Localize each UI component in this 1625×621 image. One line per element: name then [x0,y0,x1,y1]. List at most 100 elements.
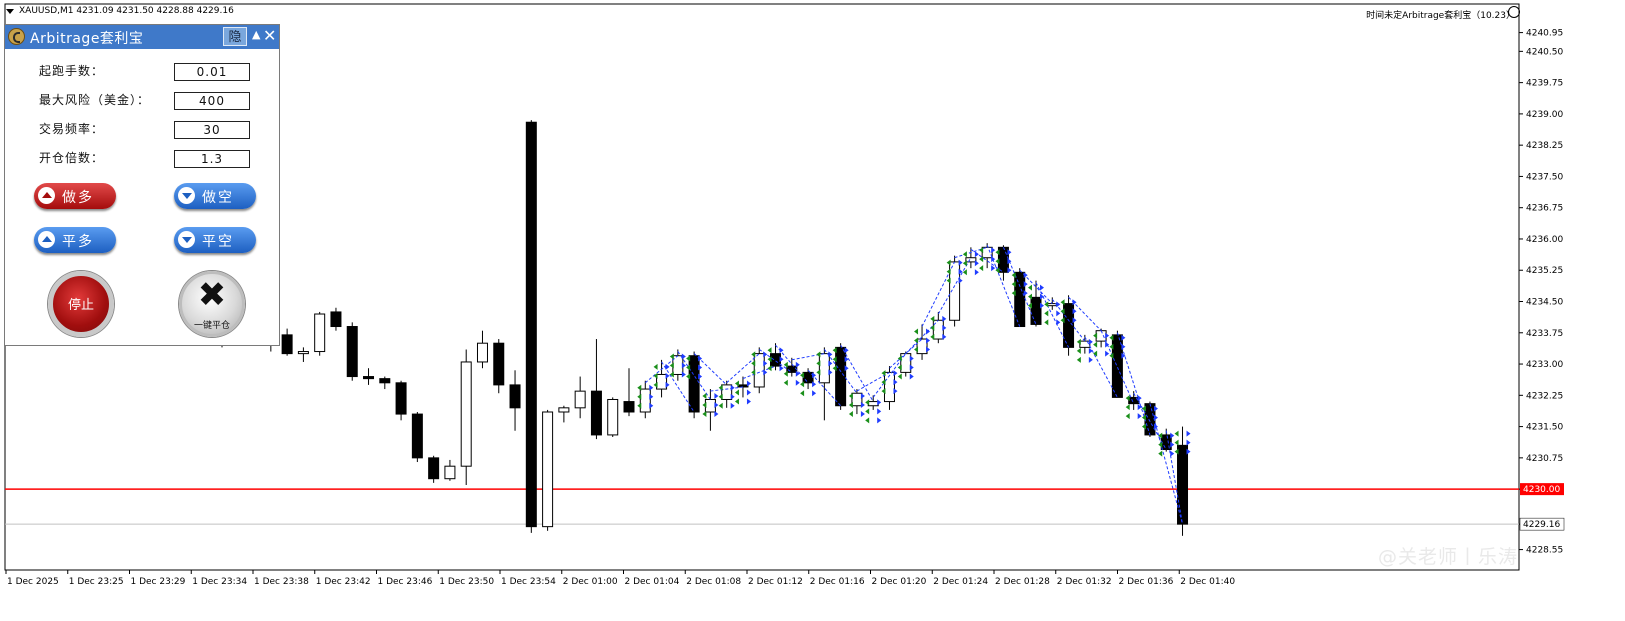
y-tick-label: 4238.25 [1526,141,1563,151]
x-tick-label: 2 Dec 01:24 [933,577,988,587]
candle-body [558,407,570,413]
arbitrage-panel: Arbitrage套利宝 隐 ▲ ✕ 起跑手数： 0.01 最大风险（美金）： … [4,24,280,346]
sell-button[interactable]: 做空 [174,183,256,209]
start-lots-input[interactable]: 0.01 [174,63,250,81]
candle-body [574,390,586,409]
candle-body [509,384,521,409]
candle-body [1144,403,1156,436]
open-multiplier-input[interactable]: 1.3 [174,150,250,168]
x-tick-label: 2 Dec 01:12 [748,577,803,587]
y-tick-label: 4230.75 [1526,454,1563,464]
candle-body [363,376,375,380]
candle-body [493,342,505,386]
x-tick-label: 1 Dec 23:34 [192,577,247,587]
y-tick-label: 4239.00 [1526,110,1563,120]
candle-body [525,121,537,528]
arrow-down-icon [178,187,195,204]
close-buy-button-label: 平多 [62,234,94,250]
buy-button[interactable]: 做多 [34,183,116,209]
trade-frequency-input[interactable]: 30 [174,121,250,139]
y-tick-label: 4235.25 [1526,266,1563,276]
chart-menu-icon[interactable] [6,9,14,14]
candle-body [932,319,944,340]
candle-body [542,411,554,528]
x-tick-label: 1 Dec 23:42 [316,577,371,587]
candle-body [916,338,928,355]
x-tick-label: 1 Dec 23:38 [254,577,309,587]
candle-body [786,365,798,373]
close-sell-button[interactable]: 平空 [174,227,256,253]
ea-name-label: 时间未定Arbitrage套利宝（10.23） [1366,11,1515,21]
x-tick-label: 2 Dec 01:20 [872,577,927,587]
candle-body [704,398,716,413]
y-tick-label: 4237.50 [1526,172,1563,182]
candle-body [965,257,977,263]
y-tick-label: 4234.50 [1526,298,1563,308]
ea-smile-icon[interactable] [1508,6,1520,18]
candle-body [476,342,488,363]
candle-body [1095,330,1107,342]
close-buy-button[interactable]: 平多 [34,227,116,253]
panel-title-bar[interactable]: Arbitrage套利宝 隐 ▲ ✕ [5,25,279,49]
y-tick-label: 4240.50 [1526,47,1563,57]
y-tick-label: 4233.00 [1526,360,1563,370]
candle-body [997,246,1009,273]
x-tick-label: 2 Dec 01:16 [810,577,865,587]
candle-body [656,373,668,390]
candle-body [444,465,456,480]
candle-body [314,313,326,353]
y-tick-label: 4240.95 [1526,29,1563,39]
candle-body [688,355,700,413]
candle-body [623,401,635,413]
y-tick-label: 4231.50 [1526,423,1563,433]
max-risk-label: 最大风险（美金）： [39,93,151,107]
candle-body [770,353,782,367]
candle-body [411,413,423,459]
candle-body [346,326,358,378]
candle-body [1160,434,1172,451]
minimize-icon[interactable]: ▲ [252,28,260,41]
y-tick-label: 4236.00 [1526,235,1563,245]
candle-body [1030,296,1042,325]
x-tick-label: 1 Dec 23:50 [439,577,494,587]
stop-button-label: 停止 [67,298,94,313]
y-tick-label: 4232.25 [1526,391,1563,401]
arrow-down-icon [178,231,195,248]
candle-body [883,371,895,403]
max-risk-input[interactable]: 400 [174,92,250,110]
candle-body [330,311,342,328]
close-all-label: 一键平仓 [193,321,230,331]
start-lots-label: 起跑手数： [39,64,105,78]
y-tick-label: 4239.75 [1526,79,1563,89]
arrow-up-icon [38,187,55,204]
x-tick-label: 2 Dec 01:32 [1057,577,1112,587]
y-tick-label: 4236.75 [1526,204,1563,214]
x-tick-label: 2 Dec 01:08 [686,577,741,587]
hide-button[interactable]: 隐 [223,27,247,46]
candle-body [818,353,830,384]
x-tick-label: 2 Dec 01:00 [563,577,618,587]
x-tick-label: 2 Dec 01:36 [1119,577,1174,587]
buy-button-label: 做多 [62,190,94,206]
panel-title: Arbitrage套利宝 [30,31,144,47]
x-tick-label: 1 Dec 23:54 [501,577,556,587]
close-sell-button-label: 平空 [202,234,234,250]
candle-body [835,346,847,407]
y-tick-label: 4228.55 [1526,546,1563,556]
x-tick-label: 1 Dec 23:29 [131,577,186,587]
x-tick-label: 1 Dec 23:25 [69,577,124,587]
close-x-icon: ✖ [197,275,227,315]
x-tick-label: 1 Dec 23:46 [378,577,433,587]
app-logo-icon [8,28,25,45]
close-all-button[interactable]: ✖ 一键平仓 [179,271,245,337]
candle-body [737,384,749,388]
candle-body [867,401,879,407]
close-icon[interactable]: ✕ [263,26,276,45]
candle-body [1014,271,1026,328]
arrow-up-icon [38,231,55,248]
candle-body [590,390,602,436]
candle-body [395,382,407,415]
stop-button[interactable]: 停止 [48,271,114,337]
candle-body [1079,340,1091,348]
x-tick-label: 2 Dec 01:28 [995,577,1050,587]
